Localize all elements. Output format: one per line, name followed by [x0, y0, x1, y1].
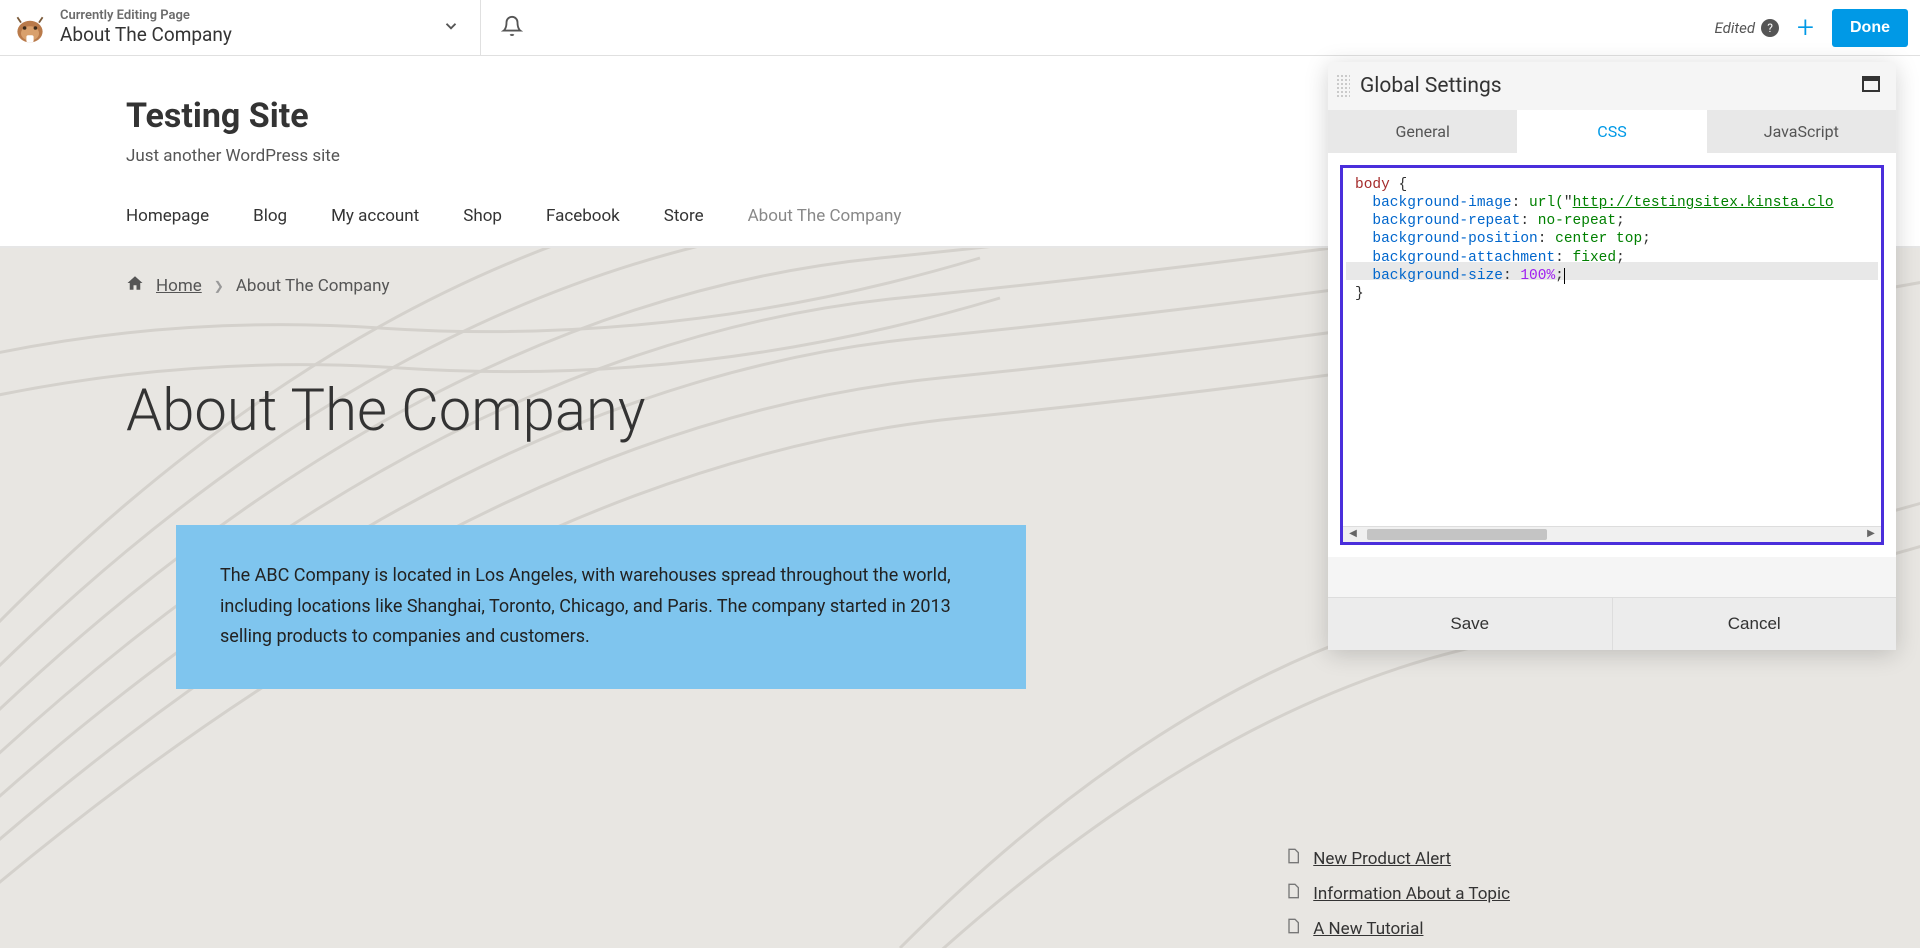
code-editor-wrap: body { background-image: url("http://tes… — [1328, 153, 1896, 557]
tab-css[interactable]: CSS — [1517, 110, 1706, 153]
edited-text: Edited — [1715, 19, 1756, 37]
breadcrumb-home[interactable]: Home — [156, 276, 202, 296]
divider — [480, 0, 481, 56]
topbar-right: Edited ? + Done — [1715, 9, 1909, 47]
document-icon — [1285, 883, 1301, 904]
panel-tabs: General CSS JavaScript — [1328, 110, 1896, 153]
css-code-editor[interactable]: body { background-image: url("http://tes… — [1340, 165, 1884, 545]
list-item: A New Tutorial — [1285, 918, 1510, 939]
nav-shop[interactable]: Shop — [463, 206, 502, 226]
edited-status: Edited ? — [1715, 19, 1780, 37]
editing-title: About The Company — [60, 24, 232, 47]
scroll-left-icon[interactable]: ◀ — [1345, 527, 1361, 543]
panel-header: Global Settings — [1328, 62, 1896, 110]
nav-homepage[interactable]: Homepage — [126, 206, 209, 226]
nav-myaccount[interactable]: My account — [331, 206, 419, 226]
sidebar-link[interactable]: A New Tutorial — [1313, 919, 1423, 939]
sidebar-links: New Product Alert Information About a To… — [1285, 848, 1510, 948]
tab-general[interactable]: General — [1328, 110, 1517, 153]
list-item: New Product Alert — [1285, 848, 1510, 869]
help-icon[interactable]: ? — [1761, 19, 1779, 37]
scrollbar-thumb[interactable] — [1367, 529, 1547, 540]
breadcrumb-current: About The Company — [236, 276, 390, 296]
panel-footer: Save Cancel — [1328, 597, 1896, 650]
beaver-logo-icon — [12, 10, 48, 46]
tab-javascript[interactable]: JavaScript — [1707, 110, 1896, 153]
topbar: Currently Editing Page About The Company… — [0, 0, 1920, 56]
save-button[interactable]: Save — [1328, 598, 1612, 650]
editing-label: Currently Editing Page — [60, 8, 232, 24]
bell-icon[interactable] — [501, 15, 523, 41]
content-box: The ABC Company is located in Los Angele… — [176, 525, 1026, 689]
chevron-down-icon[interactable] — [442, 17, 460, 39]
sidebar-link[interactable]: New Product Alert — [1313, 849, 1451, 869]
document-icon — [1285, 848, 1301, 869]
list-item: Information About a Topic — [1285, 883, 1510, 904]
nav-facebook[interactable]: Facebook — [546, 206, 620, 226]
document-icon — [1285, 918, 1301, 939]
sidebar-link[interactable]: Information About a Topic — [1313, 884, 1510, 904]
cancel-button[interactable]: Cancel — [1612, 598, 1897, 650]
breadcrumb-separator: ❯ — [214, 279, 224, 293]
home-icon[interactable] — [126, 274, 144, 297]
horizontal-scrollbar[interactable]: ◀ ▶ — [1343, 526, 1881, 542]
nav-about[interactable]: About The Company — [748, 206, 902, 226]
add-button[interactable]: + — [1797, 10, 1814, 45]
scroll-right-icon[interactable]: ▶ — [1863, 527, 1879, 543]
drag-handle-icon[interactable] — [1336, 74, 1350, 98]
done-button[interactable]: Done — [1832, 9, 1908, 47]
editing-info: Currently Editing Page About The Company — [60, 8, 232, 46]
code-content: body { background-image: url("http://tes… — [1343, 168, 1881, 311]
global-settings-panel: Global Settings General CSS JavaScript b… — [1328, 62, 1896, 650]
panel-title: Global Settings — [1360, 74, 1862, 98]
nav-store[interactable]: Store — [664, 206, 704, 226]
window-icon[interactable] — [1862, 76, 1880, 96]
nav-blog[interactable]: Blog — [253, 206, 287, 226]
